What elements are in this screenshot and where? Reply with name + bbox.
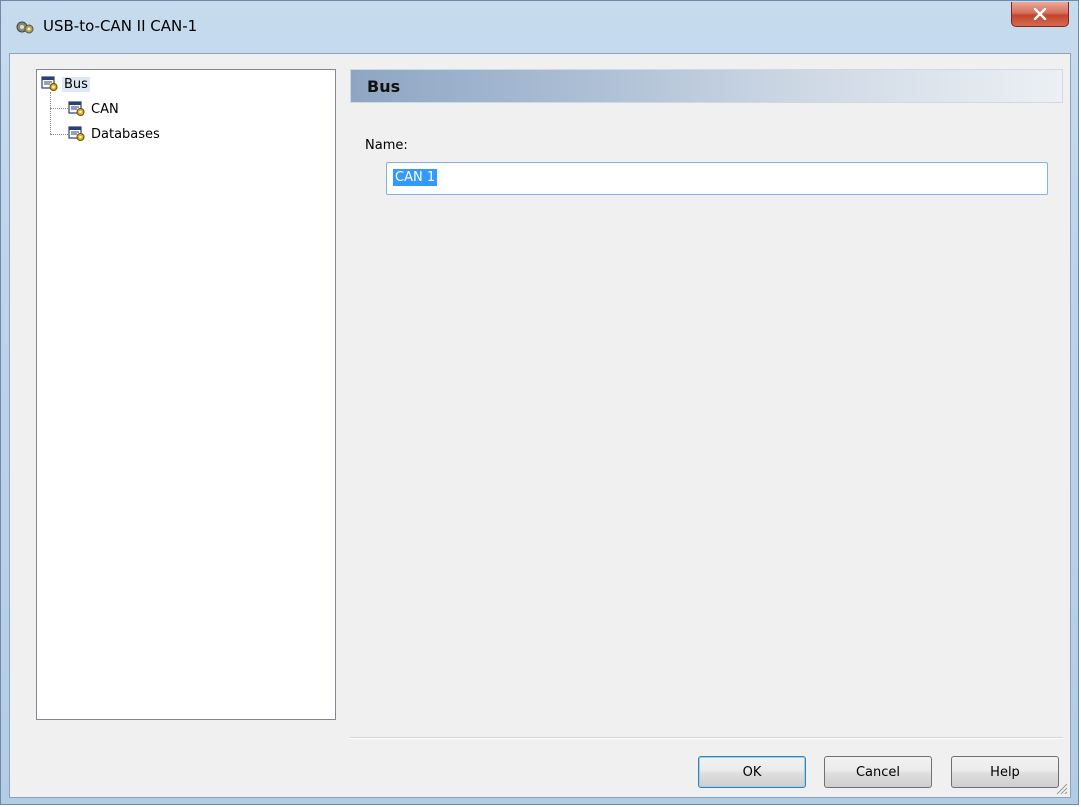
bus-config-icon	[41, 76, 58, 91]
tree-item-label: CAN	[91, 101, 119, 117]
dialog-client-area: Bus CAN Databases Bus Name: CAN 1 OK Can…	[9, 53, 1071, 798]
name-field-label: Name:	[365, 138, 408, 153]
tree-item-can[interactable]: CAN	[68, 100, 121, 118]
help-button[interactable]: Help	[951, 756, 1059, 788]
dialog-window: USB-to-CAN II CAN-1 Bus CAN Databases Bu…	[0, 0, 1079, 805]
cancel-button[interactable]: Cancel	[824, 756, 932, 788]
section-header: Bus	[350, 69, 1063, 103]
tree-item-label: Databases	[91, 126, 160, 142]
tree-item-label: Bus	[62, 76, 90, 92]
tree-connector	[50, 108, 68, 109]
name-input-value: CAN 1	[393, 169, 438, 186]
navigation-tree[interactable]: Bus CAN Databases	[36, 69, 336, 720]
window-title: USB-to-CAN II CAN-1	[43, 17, 198, 35]
ok-button[interactable]: OK	[698, 756, 806, 788]
button-separator	[350, 737, 1063, 739]
app-gear-icon	[16, 21, 34, 34]
tree-item-bus[interactable]: Bus	[41, 75, 90, 93]
close-button[interactable]	[1011, 2, 1069, 27]
resize-grip-icon[interactable]	[1054, 781, 1068, 795]
close-icon	[1033, 8, 1047, 20]
section-title: Bus	[367, 77, 401, 96]
tree-connector	[50, 134, 68, 135]
bus-config-icon	[68, 101, 85, 116]
name-input[interactable]: CAN 1	[386, 162, 1048, 195]
title-bar[interactable]: USB-to-CAN II CAN-1	[1, 1, 1078, 53]
tree-connector	[50, 92, 51, 134]
bus-config-icon	[68, 126, 85, 141]
tree-item-databases[interactable]: Databases	[68, 125, 162, 143]
